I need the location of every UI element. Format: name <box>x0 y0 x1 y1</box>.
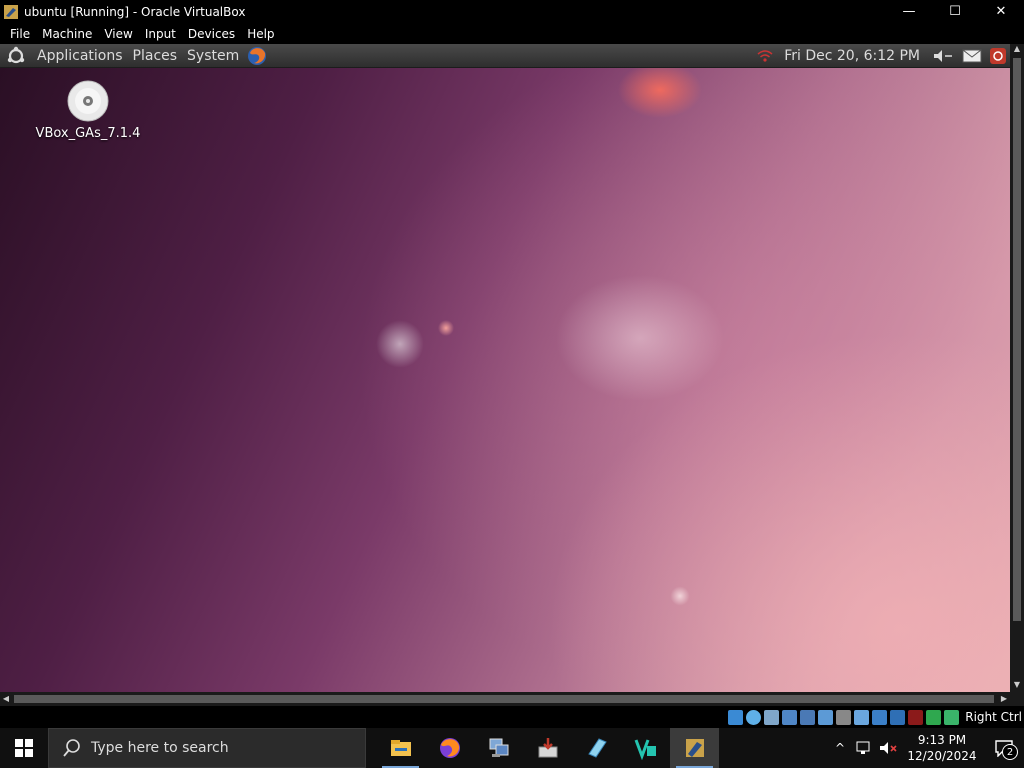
menu-help[interactable]: Help <box>241 27 280 41</box>
scroll-left-arrow-icon[interactable]: ◀ <box>0 692 12 706</box>
gnome-top-panel: Applications Places System Fri Dec 20, 6… <box>0 44 1010 68</box>
taskbar-vs[interactable] <box>621 728 670 768</box>
mouse-integration-icon[interactable] <box>926 709 942 725</box>
ubuntu-logo-icon[interactable] <box>6 46 26 66</box>
panel-menu-places[interactable]: Places <box>128 48 183 64</box>
display-icon[interactable] <box>836 709 852 725</box>
audio-icon[interactable] <box>764 709 780 725</box>
video-capture-icon[interactable] <box>854 709 870 725</box>
close-button[interactable]: ✕ <box>978 0 1024 23</box>
notification-count-badge: 2 <box>1002 744 1018 760</box>
desktop-icon-label: VBox_GAs_7.1.4 <box>35 126 141 141</box>
firefox-icon <box>439 738 460 758</box>
network-wireless-icon[interactable] <box>756 48 774 64</box>
windows-taskbar: Type here to search ^ 9:13 PM 12/20/2024… <box>0 728 1024 768</box>
taskbar-notepad[interactable] <box>572 728 621 768</box>
windows-logo-icon <box>15 739 33 757</box>
search-placeholder: Type here to search <box>91 740 229 756</box>
shared-folders-icon[interactable] <box>818 709 834 725</box>
volume-icon[interactable] <box>932 48 954 64</box>
scroll-down-arrow-icon[interactable]: ▼ <box>1010 680 1024 692</box>
shutdown-icon[interactable] <box>990 47 1006 65</box>
virtualbox-icon <box>685 739 704 757</box>
maximize-button[interactable]: ☐ <box>932 0 978 23</box>
panel-menu-applications[interactable]: Applications <box>32 48 128 64</box>
vs-icon <box>634 739 656 760</box>
menu-view[interactable]: View <box>98 27 138 41</box>
installer-icon <box>538 738 557 758</box>
menu-devices[interactable]: Devices <box>182 27 241 41</box>
menu-file[interactable]: File <box>4 27 36 41</box>
usb-icon[interactable] <box>800 709 816 725</box>
minimize-button[interactable]: — <box>886 0 932 23</box>
screen-icon[interactable] <box>872 709 888 725</box>
scrollbar-corner <box>1010 692 1024 706</box>
network-icon[interactable] <box>782 709 798 725</box>
taskbar-firefox[interactable] <box>425 728 474 768</box>
scroll-up-arrow-icon[interactable]: ▲ <box>1010 44 1024 56</box>
start-button[interactable] <box>0 728 48 768</box>
virtualbox-app-icon <box>4 4 18 19</box>
taskbar-file-explorer[interactable] <box>376 728 425 768</box>
search-icon <box>63 739 80 757</box>
taskbar-network-setup[interactable] <box>474 728 523 768</box>
network-setup-icon <box>489 738 508 757</box>
virtualization-icon[interactable] <box>890 709 906 725</box>
taskbar-apps <box>376 728 719 768</box>
cd-disc-icon <box>67 80 109 122</box>
network-status-icon[interactable] <box>852 736 876 760</box>
host-key-label: Right Ctrl <box>965 710 1022 724</box>
system-tray: ^ 9:13 PM 12/20/2024 2 <box>828 728 1024 768</box>
mail-icon[interactable] <box>962 49 982 63</box>
menu-input[interactable]: Input <box>139 27 182 41</box>
notepad-icon <box>587 738 607 758</box>
taskbar-search-box[interactable]: Type here to search <box>48 728 366 768</box>
cpu-icon[interactable] <box>908 709 924 725</box>
vbox-menubar: File Machine View Input Devices Help <box>0 23 1024 44</box>
volume-muted-icon[interactable] <box>876 736 900 760</box>
vbox-status-bar: Right Ctrl <box>0 706 1024 728</box>
firefox-launcher-icon[interactable] <box>246 45 268 67</box>
guest-desktop[interactable]: VBox_GAs_7.1.4 <box>0 68 1010 692</box>
horizontal-scroll-thumb[interactable] <box>14 695 994 703</box>
taskbar-date: 12/20/2024 <box>907 749 977 763</box>
desktop-icon-vbox-gas[interactable]: VBox_GAs_7.1.4 <box>30 80 146 141</box>
window-title: ubuntu [Running] - Oracle VirtualBox <box>24 4 246 19</box>
optical-drive-icon[interactable] <box>746 709 762 725</box>
vertical-scroll-thumb[interactable] <box>1013 58 1021 621</box>
notification-center-button[interactable]: 2 <box>984 728 1024 768</box>
vertical-scrollbar[interactable]: ▲ ▼ <box>1010 44 1024 692</box>
panel-menu-system[interactable]: System <box>182 48 244 64</box>
menu-machine[interactable]: Machine <box>36 27 98 41</box>
panel-clock[interactable]: Fri Dec 20, 6:12 PM <box>784 48 920 64</box>
taskbar-clock[interactable]: 9:13 PM 12/20/2024 <box>904 732 980 764</box>
taskbar-virtualbox[interactable] <box>670 728 719 768</box>
show-hidden-icons-chevron-icon[interactable]: ^ <box>828 736 852 760</box>
scroll-right-arrow-icon[interactable]: ▶ <box>998 692 1010 706</box>
taskbar-time: 9:13 PM <box>917 733 967 747</box>
horizontal-scrollbar[interactable]: ◀ ▶ <box>0 692 1010 706</box>
file-explorer-icon <box>390 740 411 756</box>
taskbar-installer[interactable] <box>523 728 572 768</box>
keyboard-capture-icon[interactable] <box>944 709 960 725</box>
hard-disk-icon[interactable] <box>728 709 744 725</box>
window-title-bar: ubuntu [Running] - Oracle VirtualBox — ☐… <box>0 0 1024 23</box>
